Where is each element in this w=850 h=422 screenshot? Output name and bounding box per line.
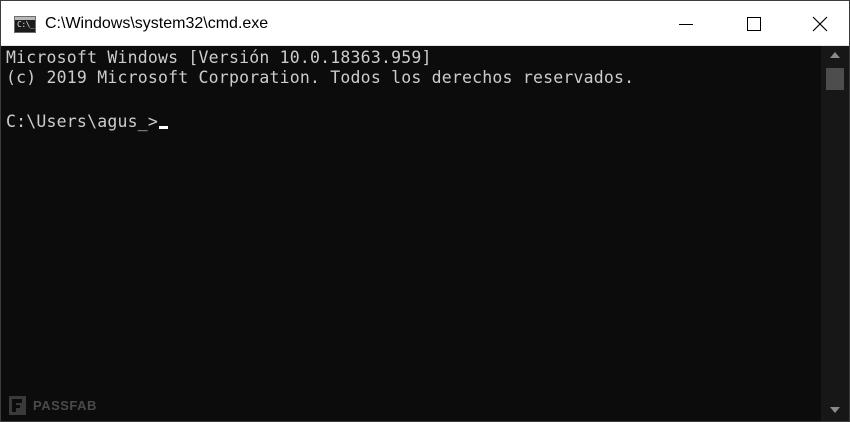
cmd-window: C:\_ C:\Windows\system32\cmd.exe Microso…: [0, 0, 850, 422]
title-bar[interactable]: C:\_ C:\Windows\system32\cmd.exe: [1, 1, 849, 46]
close-button[interactable]: [796, 1, 843, 46]
passfab-logo-icon: [9, 395, 26, 415]
scroll-down-button[interactable]: [821, 401, 849, 421]
watermark-text: PASSFAB: [33, 397, 97, 413]
console-line: Microsoft Windows [Versión 10.0.18363.95…: [6, 48, 432, 67]
minimize-icon: [679, 24, 693, 25]
window-title: C:\Windows\system32\cmd.exe: [45, 15, 269, 32]
cmd-icon[interactable]: C:\_: [14, 16, 36, 33]
console-output[interactable]: Microsoft Windows [Versión 10.0.18363.95…: [1, 46, 821, 421]
console-line: (c) 2019 Microsoft Corporation. Todos lo…: [6, 68, 635, 87]
chevron-up-icon: [830, 52, 840, 58]
scroll-thumb[interactable]: [826, 68, 844, 90]
chevron-down-icon: [830, 407, 840, 413]
close-icon: [812, 16, 828, 32]
maximize-icon: [747, 17, 761, 31]
watermark: PASSFAB: [9, 395, 97, 415]
maximize-button[interactable]: [730, 1, 777, 46]
scroll-up-button[interactable]: [821, 46, 849, 66]
text-cursor: [159, 126, 169, 129]
prompt-text: C:\Users\agus_>: [6, 112, 159, 131]
icon-prompt-text: C:\_: [17, 20, 35, 29]
minimize-button[interactable]: [663, 1, 710, 46]
vertical-scrollbar[interactable]: [821, 46, 849, 421]
command-prompt-line[interactable]: C:\Users\agus_>: [6, 112, 169, 132]
